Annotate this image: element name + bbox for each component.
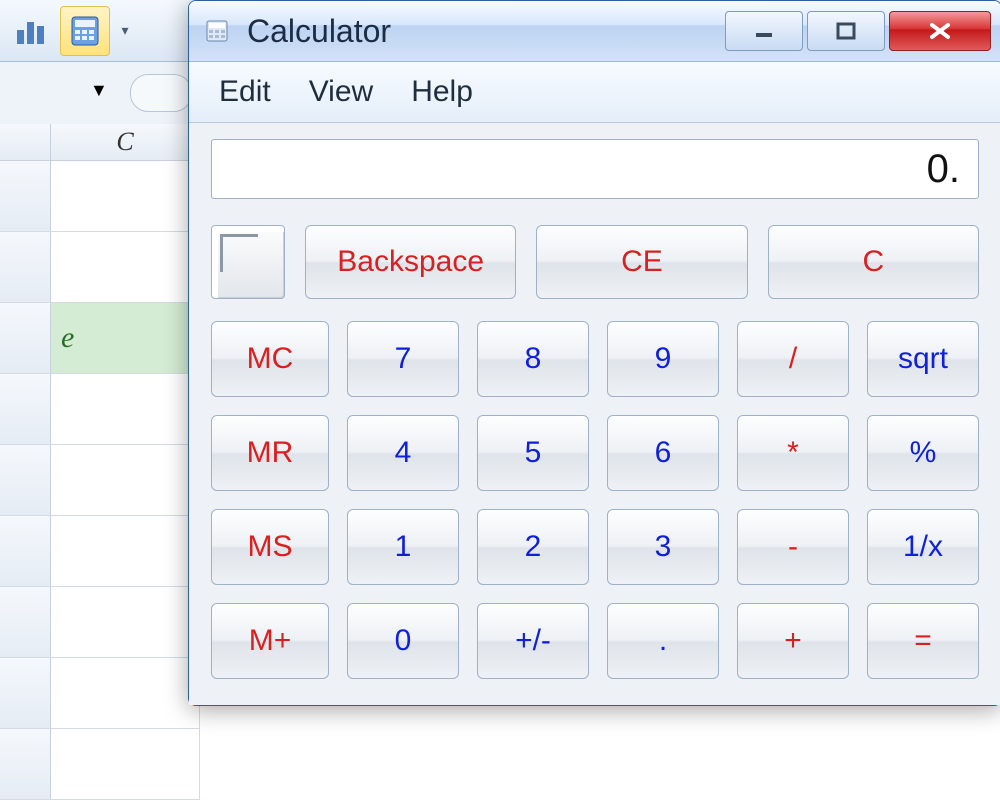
grid-cell[interactable]: [51, 374, 200, 444]
row-header[interactable]: [0, 232, 51, 302]
row-header[interactable]: [0, 303, 51, 373]
digit-4[interactable]: 4: [347, 415, 459, 491]
row-header[interactable]: [0, 445, 51, 515]
grid-cell[interactable]: [51, 445, 200, 515]
background-spreadsheet: ▾ ▼ C e: [0, 0, 200, 807]
grid-cell[interactable]: [51, 161, 200, 231]
menu-help[interactable]: Help: [411, 75, 473, 109]
percent-button[interactable]: %: [867, 415, 979, 491]
background-toolbar: ▾: [0, 0, 200, 62]
grid-cell[interactable]: [51, 587, 200, 657]
digit-8[interactable]: 8: [477, 321, 589, 397]
calculator-display: 0.: [211, 139, 979, 199]
backspace-button[interactable]: Backspace: [305, 225, 516, 299]
namebox-dropdown-icon[interactable]: ▼: [90, 80, 108, 101]
row-header[interactable]: [0, 161, 51, 231]
mr-button[interactable]: MR: [211, 415, 329, 491]
calculator-icon[interactable]: [60, 6, 110, 56]
mplus-button[interactable]: M+: [211, 603, 329, 679]
fx-button[interactable]: [130, 74, 192, 112]
column-header-c[interactable]: C: [51, 124, 200, 160]
reciprocal-button[interactable]: 1/x: [867, 509, 979, 585]
minimize-button[interactable]: [725, 11, 803, 51]
maximize-button[interactable]: [807, 11, 885, 51]
grid-cell[interactable]: [51, 729, 200, 799]
ms-button[interactable]: MS: [211, 509, 329, 585]
ce-button[interactable]: CE: [536, 225, 747, 299]
digit-2[interactable]: 2: [477, 509, 589, 585]
digit-5[interactable]: 5: [477, 415, 589, 491]
menu-view[interactable]: View: [309, 75, 373, 109]
sign-button[interactable]: +/-: [477, 603, 589, 679]
row-header[interactable]: [0, 729, 51, 799]
mc-button[interactable]: MC: [211, 321, 329, 397]
grid-cell[interactable]: [51, 516, 200, 586]
memory-indicator: [211, 225, 285, 299]
digit-7[interactable]: 7: [347, 321, 459, 397]
titlebar[interactable]: Calculator: [189, 1, 1000, 62]
toolbar-overflow-icon[interactable]: ▾: [114, 7, 136, 55]
menubar: Edit View Help: [189, 62, 1000, 123]
row-header[interactable]: [0, 516, 51, 586]
divide-button[interactable]: /: [737, 321, 849, 397]
digit-9[interactable]: 9: [607, 321, 719, 397]
grid-cell[interactable]: [51, 658, 200, 728]
digit-6[interactable]: 6: [607, 415, 719, 491]
grid-cell-highlighted[interactable]: e: [51, 303, 200, 373]
grid-cell[interactable]: [51, 232, 200, 302]
equals-button[interactable]: =: [867, 603, 979, 679]
close-button[interactable]: [889, 11, 991, 51]
row-header[interactable]: [0, 374, 51, 444]
calculator-window: Calculator Edit View Help 0. Backspace C…: [188, 0, 1000, 706]
multiply-button[interactable]: *: [737, 415, 849, 491]
decimal-button[interactable]: .: [607, 603, 719, 679]
digit-1[interactable]: 1: [347, 509, 459, 585]
chart-icon[interactable]: [6, 6, 56, 56]
grid-corner: [0, 124, 51, 160]
c-button[interactable]: C: [768, 225, 979, 299]
background-grid: C e: [0, 124, 200, 800]
row-header[interactable]: [0, 587, 51, 657]
window-title: Calculator: [247, 13, 391, 50]
digit-0[interactable]: 0: [347, 603, 459, 679]
subtract-button[interactable]: -: [737, 509, 849, 585]
menu-edit[interactable]: Edit: [219, 75, 271, 109]
calculator-app-icon: [205, 19, 229, 43]
add-button[interactable]: +: [737, 603, 849, 679]
sqrt-button[interactable]: sqrt: [867, 321, 979, 397]
digit-3[interactable]: 3: [607, 509, 719, 585]
row-header[interactable]: [0, 658, 51, 728]
